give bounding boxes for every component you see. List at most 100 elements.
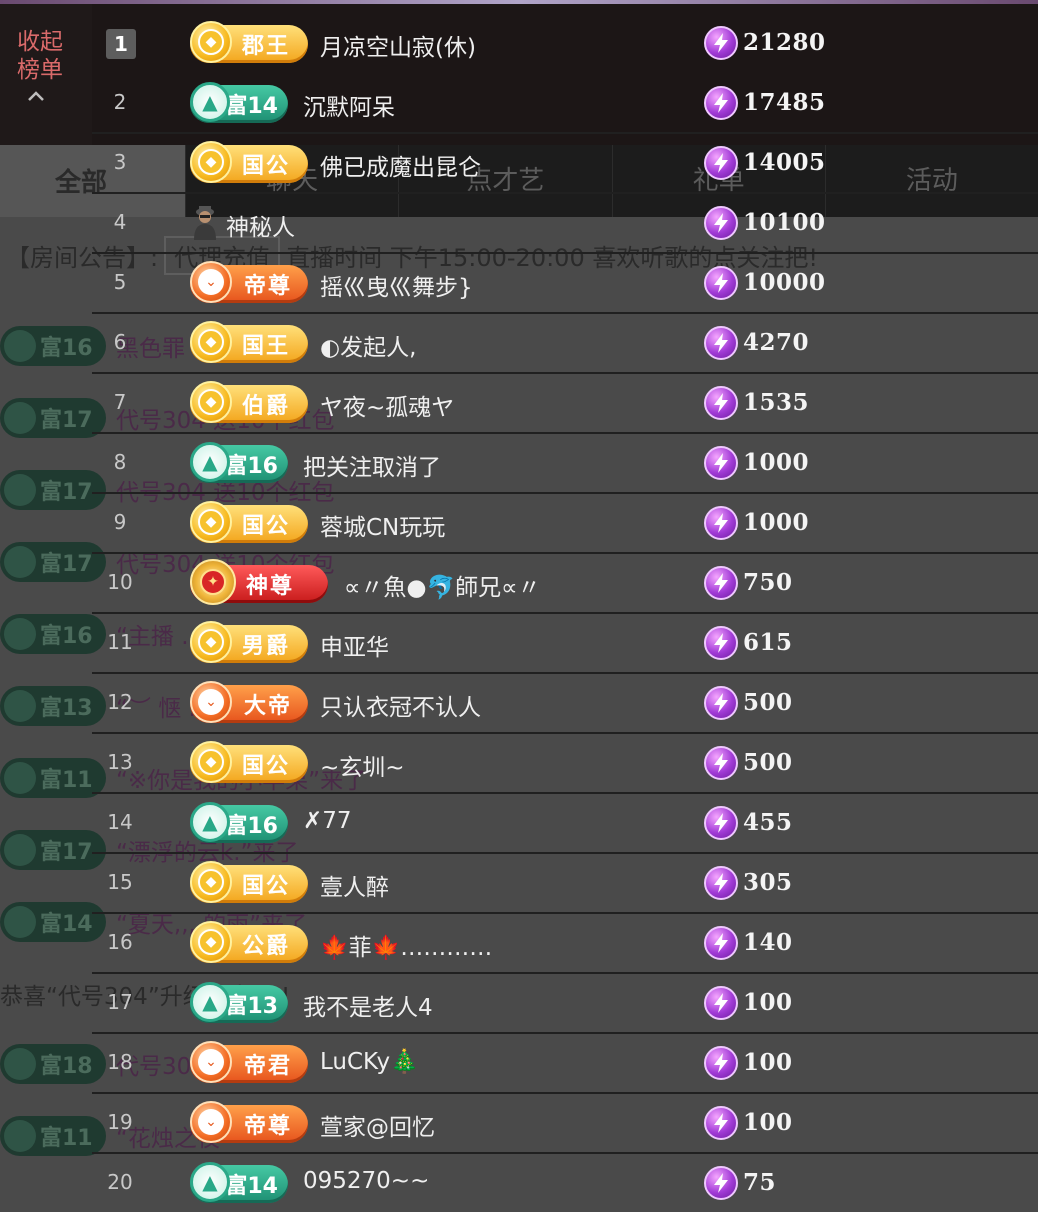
contribution-score: 100 [743, 989, 793, 1016]
badge-gem-icon: ▲ [190, 1162, 230, 1202]
ranking-row[interactable]: 20 富14 ▲ 095270~~ 75 [92, 1154, 1038, 1212]
user-level-badge: 帝尊 ⌄ [190, 1101, 308, 1145]
user-level-badge: 国公 ◆ [190, 741, 308, 785]
ranking-row[interactable]: 9 国公 ◆ 蓉城CN玩玩 1000 [92, 494, 1038, 554]
contribution-score: 500 [743, 749, 793, 776]
rank-number: 1 [106, 29, 136, 59]
rank-number: 2 [113, 90, 127, 114]
user-level-badge: 国公 ◆ [190, 501, 308, 545]
ranking-row[interactable]: 6 国王 ◆ ◐发起人, 4270 [92, 314, 1038, 374]
ranking-row[interactable]: 17 富13 ▲ 我不是老人4 100 [92, 974, 1038, 1034]
contribution-score: 1000 [743, 509, 810, 536]
ranking-row[interactable]: 15 国公 ◆ 壹人醉 305 [92, 854, 1038, 914]
ranking-row[interactable]: 4 神秘人 10100 [92, 194, 1038, 254]
user-name: 我不是老人4 [303, 995, 433, 1021]
chat-wealth-badge: 富16 [0, 326, 106, 366]
chat-wealth-badge: 富16 [0, 614, 106, 654]
ranking-row[interactable]: 7 伯爵 ◆ ヤ夜~孤魂ヤ 1535 [92, 374, 1038, 434]
user-name: 萱家@回忆 [320, 1115, 435, 1141]
contribution-score: 455 [743, 809, 793, 836]
user-level-badge: 富14 ▲ [190, 82, 288, 125]
lightning-icon [704, 926, 738, 960]
badge-gem-icon: ✦ [190, 559, 236, 605]
contribution-score: 1535 [743, 389, 810, 416]
contribution-score: 305 [743, 869, 793, 896]
lightning-icon [704, 386, 738, 420]
chat-wealth-badge: 富17 [0, 830, 106, 870]
user-name: ◐发起人, [320, 335, 417, 361]
contribution-score: 615 [743, 629, 793, 656]
user-name: 把关注取消了 [303, 455, 441, 481]
contribution-score: 10000 [743, 269, 826, 296]
rank-number: 10 [107, 570, 133, 594]
contribution-score: 140 [743, 929, 793, 956]
user-level-badge: 帝尊 ⌄ [190, 261, 308, 305]
lightning-icon [704, 86, 738, 120]
ranking-row[interactable]: 19 帝尊 ⌄ 萱家@回忆 100 [92, 1094, 1038, 1154]
mystery-user-icon [192, 202, 218, 240]
rank-number: 11 [107, 630, 133, 654]
chat-wealth-badge: 富11 [0, 758, 106, 798]
lightning-icon [704, 626, 738, 660]
badge-gem-icon: ◆ [190, 501, 232, 543]
user-name: ∝〃魚●🐬師兄∝〃 [344, 575, 541, 601]
ranking-row[interactable]: 10 神尊 ✦ ∝〃魚●🐬師兄∝〃 750 [92, 554, 1038, 614]
chat-wealth-badge: 富17 [0, 398, 106, 438]
ranking-row[interactable]: 5 帝尊 ⌄ 摇巛曳巛舞步} 10000 [92, 254, 1038, 314]
contribution-score: 17485 [743, 89, 826, 116]
lightning-icon [704, 866, 738, 900]
rank-number: 12 [107, 690, 133, 714]
chat-wealth-badge: 富17 [0, 542, 106, 582]
ranking-row[interactable]: 11 男爵 ◆ 申亚华 615 [92, 614, 1038, 674]
contribution-score: 750 [743, 569, 793, 596]
user-level-badge: 国王 ◆ [190, 321, 308, 365]
badge-gem-icon: ▲ [190, 442, 230, 482]
badge-gem-icon: ⌄ [190, 681, 232, 723]
user-name: ✗77 [303, 808, 352, 834]
lightning-icon [704, 446, 738, 480]
user-name: LuCKy🎄 [320, 1049, 419, 1075]
contribution-score: 100 [743, 1049, 793, 1076]
contribution-score: 21280 [743, 29, 826, 56]
ranking-row[interactable]: 2 富14 ▲ 沉默阿呆 17485 [92, 74, 1038, 134]
user-level-badge: 国公 ◆ [190, 141, 308, 185]
badge-gem-icon: ◆ [190, 381, 232, 423]
rank-number: 3 [113, 150, 127, 174]
badge-gem-icon: ◆ [190, 141, 232, 183]
ranking-row[interactable]: 1 郡王 ◆ 月凉空山寂(休) 21280 [92, 14, 1038, 74]
ranking-row[interactable]: 8 富16 ▲ 把关注取消了 1000 [92, 434, 1038, 494]
contribution-score: 75 [743, 1169, 777, 1196]
badge-gem-icon: ◆ [190, 741, 232, 783]
badge-gem-icon: ⌄ [190, 1101, 232, 1143]
ranking-row[interactable]: 3 国公 ◆ 佛已成魔出昆仑 14005 [92, 134, 1038, 194]
badge-gem-icon: ◆ [190, 21, 232, 63]
badge-gem-icon: ◆ [190, 621, 232, 663]
ranking-row[interactable]: 12 大帝 ⌄ 只认衣冠不认人 500 [92, 674, 1038, 734]
ranking-row[interactable]: 13 国公 ◆ ~玄圳~ 500 [92, 734, 1038, 794]
chat-wealth-badge: 富13 [0, 686, 106, 726]
rank-number: 8 [113, 450, 127, 474]
ranking-row[interactable]: 16 公爵 ◆ 🍁菲🍁………… 140 [92, 914, 1038, 974]
badge-gem-icon: ⌄ [190, 261, 232, 303]
user-name: 摇巛曳巛舞步} [320, 275, 473, 301]
chat-wealth-badge: 富18 [0, 1044, 106, 1084]
ranking-row[interactable]: 18 帝君 ⌄ LuCKy🎄 100 [92, 1034, 1038, 1094]
rank-number: 20 [107, 1170, 133, 1194]
user-level-badge: 神尊 ✦ [190, 559, 328, 605]
badge-gem-icon: ◆ [190, 321, 232, 363]
collapse-ranking-button[interactable]: 收起榜单 [0, 4, 92, 145]
lightning-icon [704, 1106, 738, 1140]
rank-number: 5 [113, 270, 127, 294]
lightning-icon [704, 566, 738, 600]
user-name: 壹人醉 [320, 875, 389, 901]
lightning-icon [704, 806, 738, 840]
contribution-score: 100 [743, 1109, 793, 1136]
chat-wealth-badge: 富14 [0, 902, 106, 942]
ranking-row[interactable]: 14 富16 ▲ ✗77 455 [92, 794, 1038, 854]
collapse-label: 收起榜单 [17, 29, 63, 83]
badge-gem-icon: ◆ [190, 921, 232, 963]
lightning-icon [704, 506, 738, 540]
badge-gem-icon: ▲ [190, 82, 230, 122]
user-name: 🍁菲🍁………… [320, 935, 493, 961]
lightning-icon [704, 686, 738, 720]
